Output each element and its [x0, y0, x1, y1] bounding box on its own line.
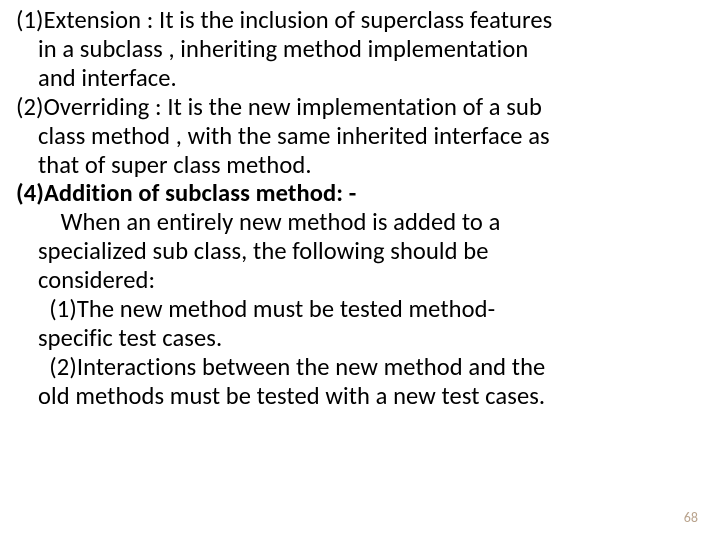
text-line: in a subclass , inheriting method implem…: [16, 35, 704, 64]
text-line: and interface.: [16, 64, 704, 93]
text-line: specific test cases.: [16, 324, 704, 353]
item-addition-heading: (4)Addition of subclass method: -: [16, 179, 704, 208]
text-line: When an entirely new method is added to …: [16, 208, 704, 237]
text-line: specialized sub class, the following sho…: [16, 237, 704, 266]
text-line: (2)Interactions between the new method a…: [16, 353, 704, 382]
slide: (1)Extension : It is the inclusion of su…: [0, 0, 720, 540]
heading-line: (4)Addition of subclass method: -: [16, 179, 704, 208]
text-line: that of super class method.: [16, 151, 704, 180]
slide-body: (1)Extension : It is the inclusion of su…: [16, 6, 704, 411]
item-extension: (1)Extension : It is the inclusion of su…: [16, 6, 704, 93]
item-overriding: (2)Overriding : It is the new implementa…: [16, 93, 704, 180]
text-line: (1)The new method must be tested method-: [16, 295, 704, 324]
text-line: old methods must be tested with a new te…: [16, 382, 704, 411]
item-addition-body: When an entirely new method is added to …: [16, 208, 704, 410]
text-line: class method , with the same inherited i…: [16, 122, 704, 151]
text-line: considered:: [16, 266, 704, 295]
text-line: (2)Overriding : It is the new implementa…: [16, 93, 704, 122]
page-number: 68: [684, 509, 698, 526]
text-line: (1)Extension : It is the inclusion of su…: [16, 6, 704, 35]
